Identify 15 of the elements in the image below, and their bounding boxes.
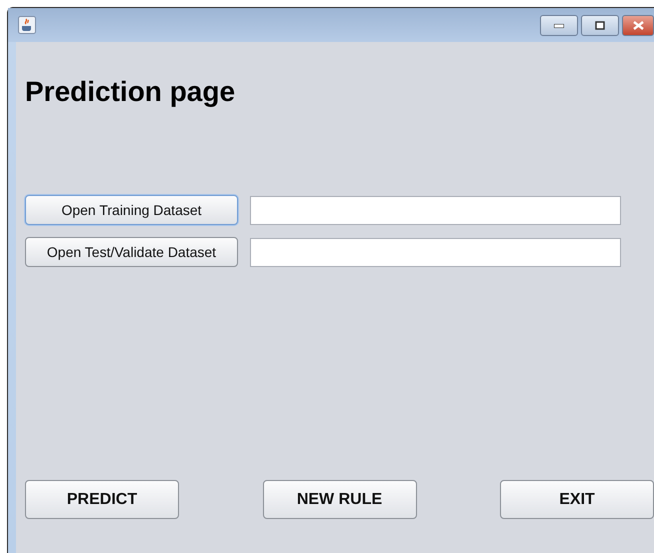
minimize-icon (554, 24, 564, 28)
minimize-button[interactable] (540, 15, 578, 36)
maximize-icon (595, 21, 605, 30)
action-button[interactable]: PREDICT (25, 480, 179, 519)
maximize-button[interactable] (581, 15, 619, 36)
close-button[interactable] (622, 15, 654, 36)
file-path-field[interactable] (250, 238, 621, 266)
action-button[interactable]: EXIT (500, 480, 654, 519)
page-heading: Prediction page (25, 76, 236, 109)
open-dataset-button[interactable]: Open Test/Validate Dataset (25, 237, 238, 267)
file-path-field[interactable] (250, 196, 621, 224)
action-button[interactable]: NEW RULE (262, 480, 416, 519)
open-dataset-button[interactable]: Open Training Dataset (25, 195, 238, 225)
cup-icon (18, 16, 36, 34)
close-icon (632, 21, 644, 30)
